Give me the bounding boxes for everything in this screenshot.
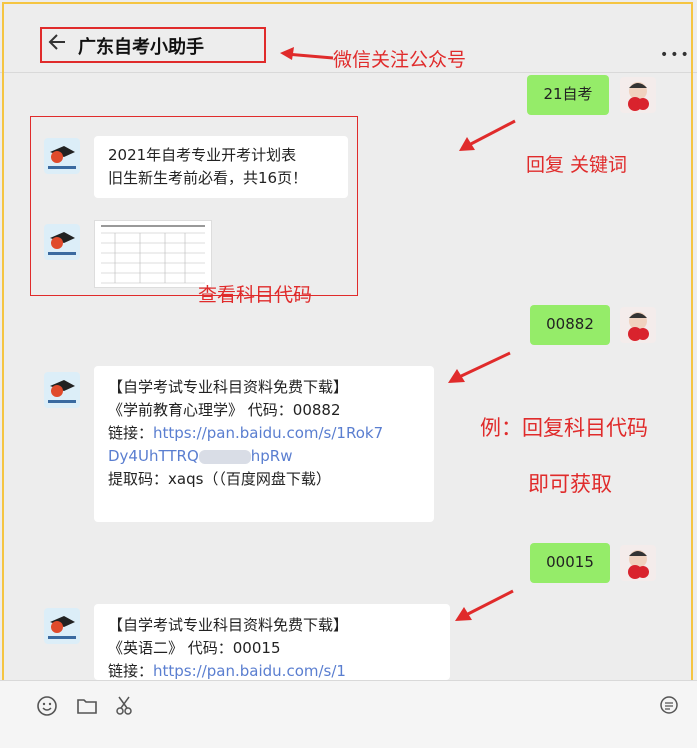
bot-avatar [44,224,80,260]
download-link-part1[interactable]: https://pan.baidu.com/s/1Rok7 [153,424,383,442]
user-message-keyword: 21自考 [527,75,609,115]
user-message-code-2: 00015 [530,543,610,583]
user-avatar [620,77,656,113]
emoji-icon[interactable] [36,695,58,717]
download-subject-2: 《英语二》 代码：00015 [108,639,281,657]
user-avatar [620,545,656,581]
arrow-to-download-2 [455,589,514,621]
bot-avatar [44,608,80,644]
download-message-bubble-2: 【自学考试专业科目资料免费下载】 《英语二》 代码：00015 链接：https… [94,604,450,680]
more-options-icon[interactable]: ••• [660,47,691,63]
user-message-code: 00882 [530,305,610,345]
plan-message-line1: 2021年自考专业开考计划表 [108,146,297,164]
download-link-row-3: 链接：https://pan.baidu.com/s/1 [108,660,436,680]
download-title-2: 【自学考试专业科目资料免费下载】 [108,616,349,634]
download-link-row: 链接：https://pan.baidu.com/s/1Rok7 [108,422,420,445]
link-label: 链接： [108,424,154,442]
user-avatar [620,307,656,343]
arrow-to-plan [459,119,516,151]
input-toolbar [0,680,697,748]
plan-message-line2: 旧生新生考前必看，共16页！ [108,169,308,187]
bot-avatar [44,138,80,174]
arrow-to-download-1 [448,351,511,383]
download-link-part3[interactable]: hpRw [251,447,293,465]
bot-avatar [44,372,80,408]
folder-icon[interactable] [76,695,98,717]
annotation-view-code: 查看科目代码 [198,284,313,306]
annotation-reply-keyword: 回复 关键词 [526,154,628,176]
annotation-get: 即可获取 [528,472,612,496]
plan-message-bubble: 2021年自考专业开考计划表 旧生新生考前必看，共16页！ [94,136,348,198]
download-message-bubble: 【自学考试专业科目资料免费下载】 《学前教育心理学》 代码：00882 链接：h… [94,366,434,522]
chat-title: 广东自考小助手 [78,37,204,58]
link-label-2: 链接： [108,662,154,680]
arrow-to-title [280,47,334,60]
annotation-example: 例：回复科目代码 [480,416,648,440]
annotation-follow: 微信关注公众号 [333,49,467,71]
download-link-part2[interactable]: Dy4UhTTRQ [108,447,199,465]
download-link-part1-2[interactable]: https://pan.baidu.com/s/1 [153,662,346,680]
download-link-row-2: Dy4UhTTRQ hpRw [108,445,420,468]
download-extract-code: 提取码：xaqs（（百度网盘下载） [108,470,331,488]
chat-history-icon[interactable] [658,695,680,717]
blurred-link-segment [198,449,251,464]
scissors-icon[interactable] [114,695,136,717]
download-title: 【自学考试专业科目资料免费下载】 [108,378,349,396]
download-subject: 《学前教育心理学》 代码：00882 [108,401,341,419]
plan-table-image[interactable] [94,220,212,288]
back-arrow-icon[interactable] [48,33,66,51]
